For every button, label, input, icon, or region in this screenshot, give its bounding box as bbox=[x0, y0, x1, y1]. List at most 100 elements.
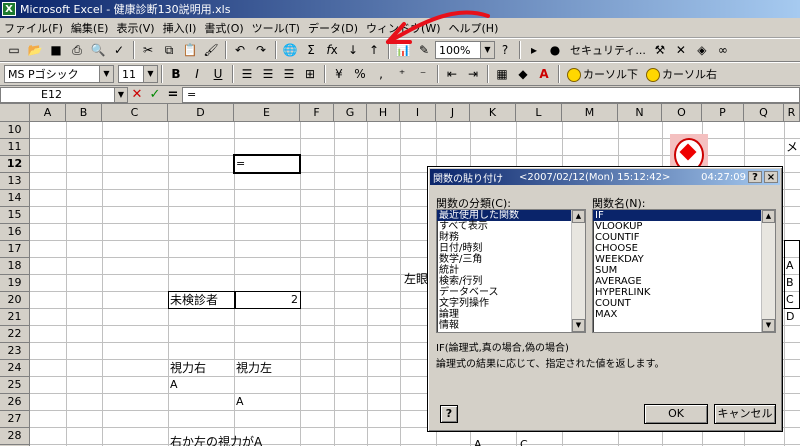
menu-insert[interactable]: 挿入(I) bbox=[159, 20, 201, 36]
cell-e26[interactable]: A bbox=[236, 394, 244, 410]
col-header-p[interactable]: P bbox=[702, 104, 744, 122]
undo-icon[interactable]: ↶ bbox=[230, 40, 250, 60]
category-item[interactable]: 数学/三角 bbox=[437, 254, 585, 265]
align-center-icon[interactable]: ☰ bbox=[258, 64, 278, 84]
function-item[interactable]: HYPERLINK bbox=[593, 287, 775, 298]
cell-r11[interactable]: メ bbox=[786, 139, 798, 155]
row-header-18[interactable]: 18 bbox=[0, 258, 30, 275]
save-icon[interactable]: ■ bbox=[46, 40, 66, 60]
italic-icon[interactable]: I bbox=[187, 64, 207, 84]
increase-indent-icon[interactable]: ⇥ bbox=[463, 64, 483, 84]
play-icon[interactable]: ▸ bbox=[524, 40, 544, 60]
fill-color-icon[interactable]: ◆ bbox=[513, 64, 533, 84]
row-header-19[interactable]: 19 bbox=[0, 275, 30, 292]
function-item[interactable]: AVERAGE bbox=[593, 276, 775, 287]
toolbox-icon[interactable]: ⚒ bbox=[650, 40, 670, 60]
cell-e24[interactable]: 視力左 bbox=[236, 360, 272, 376]
title-help-button[interactable]: ? bbox=[748, 171, 762, 183]
col-header-i[interactable]: I bbox=[400, 104, 436, 122]
cell-l29[interactable]: C bbox=[520, 437, 528, 446]
cell-r20[interactable]: C bbox=[786, 292, 794, 308]
function-item[interactable]: CHOOSE bbox=[593, 243, 775, 254]
category-item[interactable]: 文字列操作 bbox=[437, 298, 585, 309]
name-box[interactable]: E12 ▼ bbox=[0, 86, 128, 103]
category-item[interactable]: 論理 bbox=[437, 309, 585, 320]
row-header-24[interactable]: 24 bbox=[0, 360, 30, 377]
align-left-icon[interactable]: ☰ bbox=[237, 64, 257, 84]
function-scrollbar[interactable]: ▲ ▼ bbox=[761, 210, 775, 332]
print-preview-icon[interactable]: 🔍 bbox=[88, 40, 108, 60]
scroll-up-icon[interactable]: ▲ bbox=[572, 210, 585, 223]
row-header-27[interactable]: 27 bbox=[0, 411, 30, 428]
cell-r21[interactable]: D bbox=[786, 309, 794, 325]
category-item[interactable]: 情報 bbox=[437, 320, 585, 331]
category-item[interactable]: 日付/時刻 bbox=[437, 243, 585, 254]
function-item[interactable]: MAX bbox=[593, 309, 775, 320]
row-header-23[interactable]: 23 bbox=[0, 343, 30, 360]
category-listbox[interactable]: 最近使用した関数 すべて表示 財務 日付/時刻 数学/三角 統計 検索/行列 デ… bbox=[436, 209, 586, 333]
col-header-h[interactable]: H bbox=[367, 104, 400, 122]
category-item[interactable]: 検索/行列 bbox=[437, 276, 585, 287]
category-item[interactable]: すべて表示 bbox=[437, 221, 585, 232]
select-all-corner[interactable] bbox=[0, 104, 30, 122]
function-item[interactable]: COUNTIF bbox=[593, 232, 775, 243]
security-button[interactable]: セキュリティ... bbox=[570, 42, 646, 58]
title-close-button[interactable]: × bbox=[764, 171, 778, 183]
paste-icon[interactable]: 📋 bbox=[180, 40, 200, 60]
row-header-11[interactable]: 11 bbox=[0, 139, 30, 156]
col-header-b[interactable]: B bbox=[66, 104, 102, 122]
record-icon[interactable]: ● bbox=[545, 40, 565, 60]
menu-tools[interactable]: ツール(T) bbox=[248, 20, 304, 36]
row-header-16[interactable]: 16 bbox=[0, 224, 30, 241]
scroll-down-icon[interactable]: ▼ bbox=[572, 319, 585, 332]
category-item[interactable]: 財務 bbox=[437, 232, 585, 243]
format-painter-icon[interactable]: 🖌 bbox=[201, 40, 221, 60]
col-header-o[interactable]: O bbox=[662, 104, 702, 122]
function-item[interactable]: VLOOKUP bbox=[593, 221, 775, 232]
function-listbox[interactable]: IF VLOOKUP COUNTIF CHOOSE WEEKDAY SUM AV… bbox=[592, 209, 776, 333]
font-name-select[interactable]: MS Pゴシック ▼ bbox=[4, 65, 114, 83]
cell-k29[interactable]: A bbox=[474, 437, 482, 446]
col-header-m[interactable]: M bbox=[562, 104, 618, 122]
row-header-21[interactable]: 21 bbox=[0, 309, 30, 326]
row-header-12[interactable]: 12 bbox=[0, 156, 30, 173]
row-header-20[interactable]: 20 bbox=[0, 292, 30, 309]
col-header-g[interactable]: G bbox=[334, 104, 367, 122]
underline-icon[interactable]: U bbox=[208, 64, 228, 84]
spellcheck-icon[interactable]: ✓ bbox=[109, 40, 129, 60]
decrease-decimal-icon[interactable]: ⁻ bbox=[413, 64, 433, 84]
row-header-26[interactable]: 26 bbox=[0, 394, 30, 411]
category-item[interactable]: データベース bbox=[437, 287, 585, 298]
redo-icon[interactable]: ↷ bbox=[251, 40, 271, 60]
new-file-icon[interactable]: ▭ bbox=[4, 40, 24, 60]
cell-d20[interactable]: 未検診者 bbox=[170, 292, 218, 308]
align-right-icon[interactable]: ☰ bbox=[279, 64, 299, 84]
copy-icon[interactable]: ⧉ bbox=[159, 40, 179, 60]
glasses-icon[interactable]: ∞ bbox=[713, 40, 733, 60]
merge-center-icon[interactable]: ⊞ bbox=[300, 64, 320, 84]
cancel-button[interactable]: キャンセル bbox=[714, 404, 776, 424]
equals-button[interactable]: = bbox=[164, 87, 182, 102]
col-header-e[interactable]: E bbox=[234, 104, 300, 122]
col-header-d[interactable]: D bbox=[168, 104, 234, 122]
scroll-up-icon[interactable]: ▲ bbox=[762, 210, 775, 223]
sort-ascending-icon[interactable]: ↓ bbox=[343, 40, 363, 60]
row-header-10[interactable]: 10 bbox=[0, 122, 30, 139]
category-item[interactable]: 最近使用した関数 bbox=[437, 210, 585, 221]
cell-d25[interactable]: A bbox=[170, 377, 178, 393]
col-header-k[interactable]: K bbox=[470, 104, 516, 122]
scroll-down-icon[interactable]: ▼ bbox=[762, 319, 775, 332]
cursor-right-button[interactable]: カーソル右 bbox=[646, 66, 717, 82]
col-header-n[interactable]: N bbox=[618, 104, 662, 122]
formula-input[interactable]: = bbox=[182, 86, 800, 103]
borders-icon[interactable]: ▦ bbox=[492, 64, 512, 84]
help-button[interactable]: ? bbox=[440, 405, 458, 423]
row-header-22[interactable]: 22 bbox=[0, 326, 30, 343]
row-header-13[interactable]: 13 bbox=[0, 173, 30, 190]
category-item[interactable]: 統計 bbox=[437, 265, 585, 276]
cell-e20[interactable]: 2 bbox=[236, 292, 298, 308]
currency-icon[interactable]: ¥ bbox=[329, 64, 349, 84]
col-header-q[interactable]: Q bbox=[744, 104, 784, 122]
cell-r18[interactable]: A bbox=[786, 258, 794, 274]
cell-d29[interactable]: 右か左の視力がA bbox=[170, 434, 262, 446]
